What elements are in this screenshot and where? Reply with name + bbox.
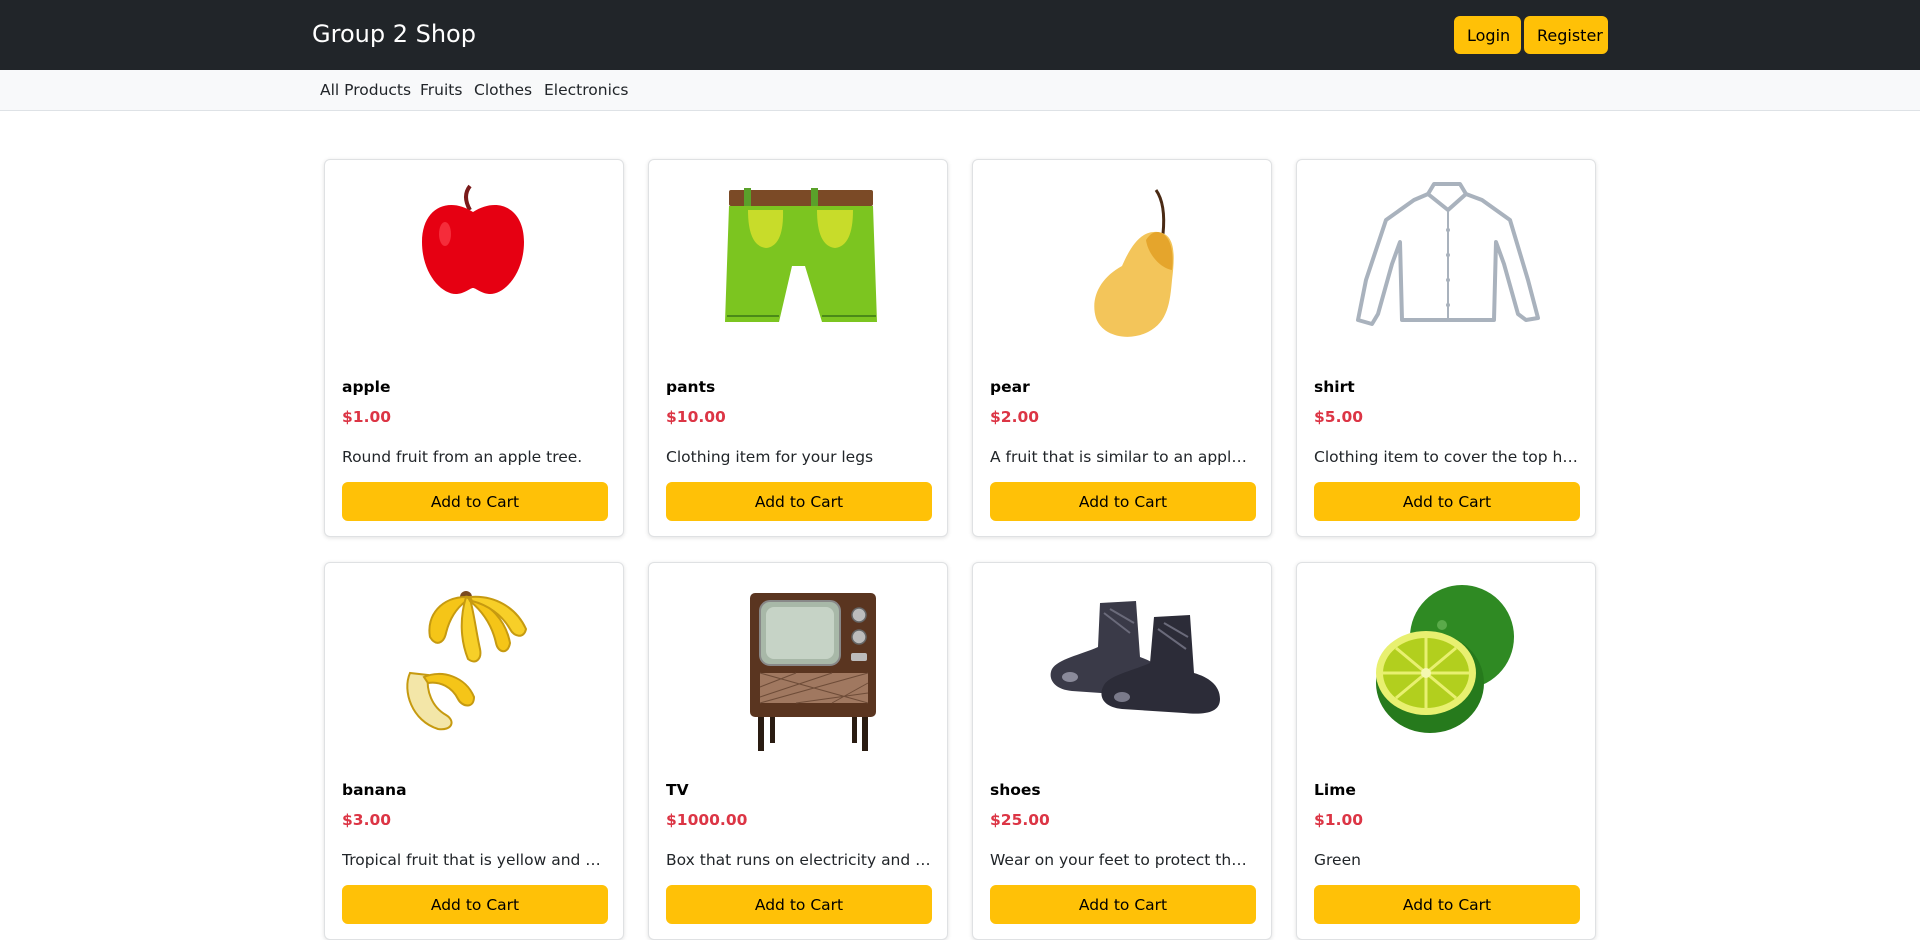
product-name[interactable]: banana [342, 781, 407, 799]
product-name[interactable]: shoes [990, 781, 1041, 799]
product-card: Lime $1.00 Green Add to Cart [1296, 562, 1596, 940]
tv-image[interactable] [666, 573, 932, 753]
top-navbar: Group 2 Shop Login Register [0, 0, 1920, 70]
product-price: $1.00 [1314, 811, 1364, 829]
add-to-cart-button[interactable]: Add to Cart [666, 885, 932, 924]
category-nav: All Products Fruits Clothes Electronics [0, 70, 1920, 111]
product-card: pear $2.00 A fruit that is similar to an… [972, 159, 1272, 537]
product-description: Round fruit from an apple tree. [342, 448, 583, 466]
product-description: Wear on your feet to protect them f... [990, 851, 1256, 869]
product-price: $1000.00 [666, 811, 748, 829]
add-to-cart-button[interactable]: Add to Cart [342, 482, 608, 521]
add-to-cart-button[interactable]: Add to Cart [666, 482, 932, 521]
product-price: $10.00 [666, 408, 726, 426]
product-description: Clothing item to cover the top half ... [1314, 448, 1580, 466]
product-description: Clothing item for your legs [666, 448, 874, 466]
product-name[interactable]: TV [666, 781, 689, 799]
product-description: Green [1314, 851, 1361, 869]
product-price: $5.00 [1314, 408, 1364, 426]
register-button[interactable]: Register [1524, 16, 1608, 54]
product-card: banana $3.00 Tropical fruit that is yell… [324, 562, 624, 940]
add-to-cart-button[interactable]: Add to Cart [990, 885, 1256, 924]
product-description: A fruit that is similar to an apple but.… [990, 448, 1256, 466]
lime-image[interactable] [1314, 573, 1580, 753]
product-name[interactable]: Lime [1314, 781, 1356, 799]
product-price: $2.00 [990, 408, 1040, 426]
brand-logo[interactable]: Group 2 Shop [312, 20, 476, 48]
shirt-image[interactable] [1314, 170, 1580, 350]
product-name[interactable]: apple [342, 378, 390, 396]
apple-image[interactable] [342, 170, 608, 350]
product-card: pants $10.00 Clothing item for your legs… [648, 159, 948, 537]
banana-image[interactable] [342, 573, 608, 753]
product-name[interactable]: pants [666, 378, 715, 396]
add-to-cart-button[interactable]: Add to Cart [1314, 482, 1580, 521]
product-description: Box that runs on electricity and play... [666, 851, 932, 869]
nav-all-products[interactable]: All Products [320, 81, 411, 99]
product-name[interactable]: pear [990, 378, 1030, 396]
nav-electronics[interactable]: Electronics [544, 81, 628, 99]
pear-image[interactable] [990, 170, 1256, 350]
nav-clothes[interactable]: Clothes [474, 81, 532, 99]
product-card: apple $1.00 Round fruit from an apple tr… [324, 159, 624, 537]
product-price: $1.00 [342, 408, 392, 426]
add-to-cart-button[interactable]: Add to Cart [342, 885, 608, 924]
login-button[interactable]: Login [1454, 16, 1521, 54]
product-name[interactable]: shirt [1314, 378, 1355, 396]
product-card: TV $1000.00 Box that runs on electricity… [648, 562, 948, 940]
product-card: shoes $25.00 Wear on your feet to protec… [972, 562, 1272, 940]
pants-image[interactable] [666, 170, 932, 350]
add-to-cart-button[interactable]: Add to Cart [1314, 885, 1580, 924]
product-description: Tropical fruit that is yellow and gro... [342, 851, 608, 869]
nav-fruits[interactable]: Fruits [420, 81, 462, 99]
add-to-cart-button[interactable]: Add to Cart [990, 482, 1256, 521]
product-card: shirt $5.00 Clothing item to cover the t… [1296, 159, 1596, 537]
product-price: $25.00 [990, 811, 1050, 829]
product-price: $3.00 [342, 811, 392, 829]
shoes-image[interactable] [990, 573, 1256, 753]
